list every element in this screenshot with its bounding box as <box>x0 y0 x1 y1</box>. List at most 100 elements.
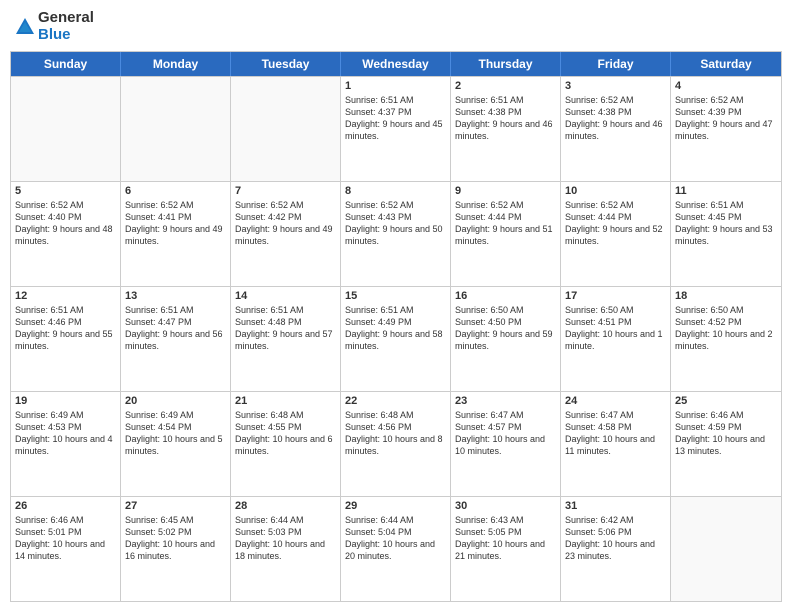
cal-cell: 13Sunrise: 6:51 AM Sunset: 4:47 PM Dayli… <box>121 287 231 391</box>
day-number: 20 <box>125 395 226 407</box>
day-info: Sunrise: 6:52 AM Sunset: 4:39 PM Dayligh… <box>675 94 777 143</box>
day-info: Sunrise: 6:52 AM Sunset: 4:44 PM Dayligh… <box>565 199 666 248</box>
cal-cell: 2 Sunrise: 6:51 AM Sunset: 4:38 PM Daylig… <box>451 77 561 181</box>
day-info: Sunrise: 6:50 AM Sunset: 4:51 PM Dayligh… <box>565 304 666 353</box>
day-number: 7 <box>235 185 336 197</box>
day-number: 4 <box>675 80 777 92</box>
cal-cell: 18 Sunrise: 6:50 AM Sunset: 4:52 PM Dayli… <box>671 287 781 391</box>
day-info: Sunrise: 6:51 AM Sunset: 4:46 PM Dayligh… <box>15 304 116 353</box>
cal-cell: 24 Sunrise: 6:47 AM Sunset: 4:58 PM Dayli… <box>561 392 671 496</box>
cal-cell: 29Sunrise: 6:44 AM Sunset: 5:04 PM Dayli… <box>341 497 451 601</box>
cal-cell: 7 Sunrise: 6:52 AM Sunset: 4:42 PM Daylig… <box>231 182 341 286</box>
cal-week-1: 1 Sunrise: 6:51 AM Sunset: 4:37 PM Daylig… <box>11 76 781 181</box>
cal-cell: 21Sunrise: 6:48 AM Sunset: 4:55 PM Dayli… <box>231 392 341 496</box>
day-number: 14 <box>235 290 336 302</box>
day-number: 1 <box>345 80 446 92</box>
cal-header-wednesday: Wednesday <box>341 52 451 76</box>
cal-header-monday: Monday <box>121 52 231 76</box>
day-info: Sunrise: 6:52 AM Sunset: 4:43 PM Dayligh… <box>345 199 446 248</box>
day-info: Sunrise: 6:51 AM Sunset: 4:38 PM Dayligh… <box>455 94 556 143</box>
cal-header-sunday: Sunday <box>11 52 121 76</box>
cal-header-saturday: Saturday <box>671 52 781 76</box>
cal-cell: 14 Sunrise: 6:51 AM Sunset: 4:48 PM Dayli… <box>231 287 341 391</box>
cal-cell: 9 Sunrise: 6:52 AM Sunset: 4:44 PM Daylig… <box>451 182 561 286</box>
day-info: Sunrise: 6:51 AM Sunset: 4:45 PM Dayligh… <box>675 199 777 248</box>
cal-week-4: 19Sunrise: 6:49 AM Sunset: 4:53 PM Dayli… <box>11 391 781 496</box>
calendar-body: 1 Sunrise: 6:51 AM Sunset: 4:37 PM Daylig… <box>11 76 781 601</box>
cal-cell: 12 Sunrise: 6:51 AM Sunset: 4:46 PM Dayli… <box>11 287 121 391</box>
cal-cell: 15Sunrise: 6:51 AM Sunset: 4:49 PM Dayli… <box>341 287 451 391</box>
cal-cell: 27Sunrise: 6:45 AM Sunset: 5:02 PM Dayli… <box>121 497 231 601</box>
day-info: Sunrise: 6:47 AM Sunset: 4:58 PM Dayligh… <box>565 409 666 458</box>
cal-cell: 17 Sunrise: 6:50 AM Sunset: 4:51 PM Dayli… <box>561 287 671 391</box>
cal-week-5: 26 Sunrise: 6:46 AM Sunset: 5:01 PM Dayli… <box>11 496 781 601</box>
day-info: Sunrise: 6:52 AM Sunset: 4:38 PM Dayligh… <box>565 94 666 143</box>
cal-cell: 31Sunrise: 6:42 AM Sunset: 5:06 PM Dayli… <box>561 497 671 601</box>
cal-week-2: 5 Sunrise: 6:52 AM Sunset: 4:40 PM Daylig… <box>11 181 781 286</box>
day-info: Sunrise: 6:44 AM Sunset: 5:04 PM Dayligh… <box>345 514 446 563</box>
cal-cell: 26 Sunrise: 6:46 AM Sunset: 5:01 PM Dayli… <box>11 497 121 601</box>
day-info: Sunrise: 6:46 AM Sunset: 5:01 PM Dayligh… <box>15 514 116 563</box>
cal-cell <box>121 77 231 181</box>
day-number: 15 <box>345 290 446 302</box>
day-number: 9 <box>455 185 556 197</box>
day-info: Sunrise: 6:50 AM Sunset: 4:50 PM Dayligh… <box>455 304 556 353</box>
day-info: Sunrise: 6:51 AM Sunset: 4:47 PM Dayligh… <box>125 304 226 353</box>
day-number: 26 <box>15 500 116 512</box>
day-info: Sunrise: 6:43 AM Sunset: 5:05 PM Dayligh… <box>455 514 556 563</box>
day-info: Sunrise: 6:52 AM Sunset: 4:41 PM Dayligh… <box>125 199 226 248</box>
day-number: 10 <box>565 185 666 197</box>
day-number: 2 <box>455 80 556 92</box>
cal-cell <box>231 77 341 181</box>
day-number: 22 <box>345 395 446 407</box>
day-number: 24 <box>565 395 666 407</box>
day-info: Sunrise: 6:46 AM Sunset: 4:59 PM Dayligh… <box>675 409 777 458</box>
day-number: 31 <box>565 500 666 512</box>
day-info: Sunrise: 6:51 AM Sunset: 4:37 PM Dayligh… <box>345 94 446 143</box>
logo-icon <box>14 16 36 38</box>
cal-cell: 4 Sunrise: 6:52 AM Sunset: 4:39 PM Daylig… <box>671 77 781 181</box>
cal-cell: 6Sunrise: 6:52 AM Sunset: 4:41 PM Daylig… <box>121 182 231 286</box>
logo-blue: Blue <box>38 26 71 43</box>
day-number: 21 <box>235 395 336 407</box>
day-number: 16 <box>455 290 556 302</box>
day-number: 12 <box>15 290 116 302</box>
cal-cell: 16 Sunrise: 6:50 AM Sunset: 4:50 PM Dayli… <box>451 287 561 391</box>
cal-cell <box>11 77 121 181</box>
cal-cell: 10 Sunrise: 6:52 AM Sunset: 4:44 PM Dayli… <box>561 182 671 286</box>
logo: General Blue <box>14 10 94 43</box>
header: General Blue <box>10 10 782 43</box>
cal-header-tuesday: Tuesday <box>231 52 341 76</box>
calendar-header-row: SundayMondayTuesdayWednesdayThursdayFrid… <box>11 52 781 76</box>
cal-week-3: 12 Sunrise: 6:51 AM Sunset: 4:46 PM Dayli… <box>11 286 781 391</box>
day-info: Sunrise: 6:52 AM Sunset: 4:44 PM Dayligh… <box>455 199 556 248</box>
cal-header-friday: Friday <box>561 52 671 76</box>
cal-cell: 1 Sunrise: 6:51 AM Sunset: 4:37 PM Daylig… <box>341 77 451 181</box>
day-number: 11 <box>675 185 777 197</box>
cal-cell: 3Sunrise: 6:52 AM Sunset: 4:38 PM Daylig… <box>561 77 671 181</box>
cal-header-thursday: Thursday <box>451 52 561 76</box>
day-number: 18 <box>675 290 777 302</box>
calendar: SundayMondayTuesdayWednesdayThursdayFrid… <box>10 51 782 602</box>
day-number: 28 <box>235 500 336 512</box>
page: General Blue SundayMondayTuesdayWednesda… <box>0 0 792 612</box>
cal-cell: 8 Sunrise: 6:52 AM Sunset: 4:43 PM Daylig… <box>341 182 451 286</box>
day-info: Sunrise: 6:52 AM Sunset: 4:40 PM Dayligh… <box>15 199 116 248</box>
day-number: 17 <box>565 290 666 302</box>
logo-text: General Blue <box>38 10 94 43</box>
day-info: Sunrise: 6:51 AM Sunset: 4:48 PM Dayligh… <box>235 304 336 353</box>
day-info: Sunrise: 6:45 AM Sunset: 5:02 PM Dayligh… <box>125 514 226 563</box>
day-number: 19 <box>15 395 116 407</box>
day-number: 8 <box>345 185 446 197</box>
day-info: Sunrise: 6:44 AM Sunset: 5:03 PM Dayligh… <box>235 514 336 563</box>
cal-cell: 5 Sunrise: 6:52 AM Sunset: 4:40 PM Daylig… <box>11 182 121 286</box>
day-number: 5 <box>15 185 116 197</box>
logo-general: General <box>38 9 94 26</box>
cal-cell: 11 Sunrise: 6:51 AM Sunset: 4:45 PM Dayli… <box>671 182 781 286</box>
day-number: 25 <box>675 395 777 407</box>
cal-cell: 20Sunrise: 6:49 AM Sunset: 4:54 PM Dayli… <box>121 392 231 496</box>
cal-cell: 30Sunrise: 6:43 AM Sunset: 5:05 PM Dayli… <box>451 497 561 601</box>
day-info: Sunrise: 6:47 AM Sunset: 4:57 PM Dayligh… <box>455 409 556 458</box>
day-info: Sunrise: 6:50 AM Sunset: 4:52 PM Dayligh… <box>675 304 777 353</box>
day-info: Sunrise: 6:52 AM Sunset: 4:42 PM Dayligh… <box>235 199 336 248</box>
